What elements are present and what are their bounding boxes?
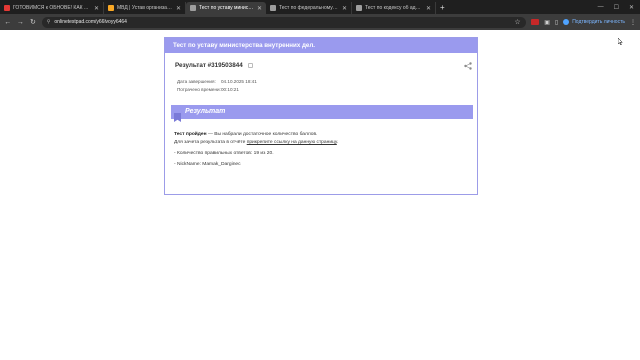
- site-favicon-icon: [108, 5, 114, 11]
- minimize-icon[interactable]: —: [598, 4, 604, 11]
- result-meta: Дата завершения: 04.10.2025 18:41 Потраче…: [165, 78, 477, 93]
- sidebar-icon[interactable]: ▯: [555, 19, 558, 26]
- tab-3[interactable]: Тест по уставу министерства в... ✕: [186, 2, 266, 14]
- close-window-icon[interactable]: ✕: [629, 4, 634, 11]
- result-row: Результат #319503844: [165, 53, 477, 78]
- result-section-header: Результат: [171, 105, 473, 122]
- test-title: Тест по уставу министерства внутренних д…: [165, 38, 477, 53]
- result-text: Тест пройден — Вы набрали достаточное ко…: [174, 131, 338, 169]
- forward-icon[interactable]: →: [17, 19, 25, 26]
- passed-message: — Вы набрали достаточное количество балл…: [206, 132, 318, 137]
- profile-button[interactable]: Подтвердить личность: [563, 19, 625, 25]
- extension-icon[interactable]: [530, 19, 540, 25]
- section-title: Результат: [185, 108, 226, 115]
- maximize-icon[interactable]: ☐: [614, 4, 619, 11]
- window-controls: — ☐ ✕: [598, 4, 640, 11]
- extensions-puzzle-icon[interactable]: ▣: [544, 19, 550, 26]
- instruction-end: .: [336, 140, 339, 145]
- avatar: [563, 19, 570, 25]
- tab-2[interactable]: МВД | Устав организации | Ка... ✕: [104, 2, 186, 14]
- reload-icon[interactable]: ↻: [29, 18, 37, 26]
- share-icon[interactable]: [464, 62, 472, 70]
- tab-label: ГОТОВИМСЯ к ОБНОВЕ! КАК ...: [13, 5, 89, 11]
- youtube-favicon-icon: [4, 5, 10, 11]
- bookmark-star-icon[interactable]: ☆: [514, 18, 520, 26]
- nickname: - NickName: Mamak_Darginec: [174, 162, 241, 167]
- back-icon[interactable]: ←: [4, 19, 12, 26]
- result-card: Тест по уставу министерства внутренних д…: [164, 37, 478, 195]
- completed-value: 04.10.2025 18:41: [221, 79, 257, 84]
- tab-label: Тест по уставу министерства в...: [199, 5, 254, 11]
- tab-label: МВД | Устав организации | Ка...: [117, 5, 173, 11]
- tab-1[interactable]: ГОТОВИМСЯ к ОБНОВЕ! КАК ... ✕: [0, 2, 104, 14]
- time-label: Потрачено времени:: [177, 86, 221, 92]
- site-favicon-icon: [356, 5, 362, 11]
- profile-label: Подтвердить личность: [572, 19, 625, 25]
- time-value: 00:10:21: [221, 86, 239, 92]
- ribbon-icon: [174, 113, 181, 122]
- passed-status: Тест пройден: [174, 132, 207, 137]
- result-number: Результат #319503844: [175, 62, 243, 69]
- tab-label: Тест по федеральному закон...: [279, 5, 339, 11]
- address-bar[interactable]: ⚲ onlinetestpad.com/y66lvoyy6464 ☆: [41, 16, 526, 28]
- menu-dots-icon[interactable]: ⋮: [630, 19, 636, 26]
- site-info-icon[interactable]: ⚲: [47, 19, 51, 25]
- url-text: onlinetestpad.com/y66lvoyy6464: [54, 19, 127, 25]
- completed-label: Дата завершения:: [177, 79, 216, 84]
- copy-icon[interactable]: [247, 63, 253, 68]
- new-tab-icon[interactable]: +: [440, 3, 445, 12]
- close-icon[interactable]: ✕: [342, 5, 347, 12]
- tab-label: Тест по кодексу об администр...: [365, 5, 423, 11]
- mouse-cursor-icon: [618, 38, 623, 45]
- tab-5[interactable]: Тест по кодексу об администр... ✕: [352, 2, 436, 14]
- site-favicon-icon: [190, 5, 196, 11]
- close-icon[interactable]: ✕: [94, 5, 99, 12]
- correct-answers: - Количество правильных ответов: 19 из 2…: [174, 151, 274, 156]
- site-favicon-icon: [270, 5, 276, 11]
- close-icon[interactable]: ✕: [426, 5, 431, 12]
- tab-4[interactable]: Тест по федеральному закон... ✕: [266, 2, 352, 14]
- close-icon[interactable]: ✕: [257, 5, 262, 12]
- close-icon[interactable]: ✕: [176, 5, 181, 12]
- instruction-text: Для зачета результата в отчёте: [174, 140, 247, 145]
- tab-strip: ГОТОВИМСЯ к ОБНОВЕ! КАК ... ✕ МВД | Уста…: [0, 0, 640, 14]
- browser-toolbar: ← → ↻ ⚲ onlinetestpad.com/y66lvoyy6464 ☆…: [0, 14, 640, 30]
- attach-link[interactable]: прикрепите ссылку на данную страницу: [247, 140, 337, 145]
